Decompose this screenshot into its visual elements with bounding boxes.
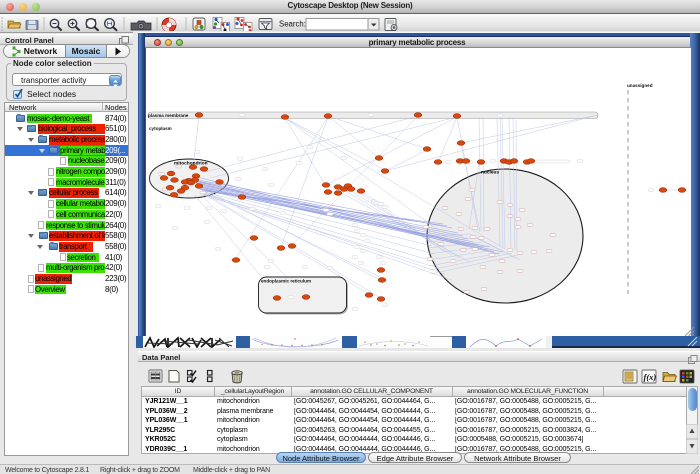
svg-text:nucleus: nucleus [481, 170, 499, 176]
svg-text:f(x): f(x) [644, 372, 657, 382]
svg-text:plasma membrane: plasma membrane [148, 113, 189, 118]
svg-text:unassigned: unassigned [627, 83, 653, 88]
svg-text:Search:: Search: [279, 20, 306, 29]
svg-text:cytoplasm: cytoplasm [149, 126, 172, 131]
svg-text:endoplasmic reticulum: endoplasmic reticulum [261, 279, 311, 284]
